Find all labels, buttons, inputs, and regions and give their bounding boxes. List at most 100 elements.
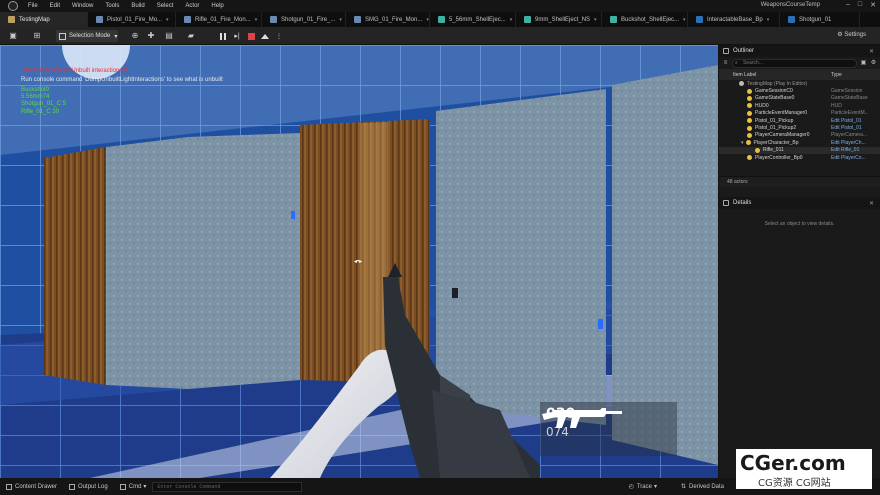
list-item[interactable]: Pistol_01_Pickup2 Edit Pistol_01 [719,124,880,131]
menu-build[interactable]: Build [131,3,144,9]
list-item[interactable]: HUD0 HUD [719,102,880,109]
outliner-title: Outliner [733,48,755,54]
save-icon[interactable]: ▣ [8,31,18,41]
list-item[interactable]: GameSessionC0 GameSession [719,87,880,94]
list-item[interactable]: TestingMap (Play In Editor) [719,80,880,87]
tab-556-shell-eject[interactable]: 5_56mm_ShellEjec... ▾ [430,12,516,27]
tab-close-icon[interactable]: ▾ [510,17,513,23]
tab-shotgun-fire-montage[interactable]: Shotgun_01_Fire_... ▾ [262,12,346,27]
maximize-icon[interactable]: □ [858,1,862,9]
place-actor-icon[interactable]: ⊞ [32,31,42,41]
menu-window[interactable]: Window [72,3,93,9]
anim-montage-icon [354,16,361,23]
selection-mode-icon [59,32,66,40]
menu-tools[interactable]: Tools [105,3,119,9]
watermark-main: CGer.com [740,451,846,475]
tab-9mm-shell-eject[interactable]: 9mm_ShellEject_NS ▾ [516,12,602,27]
crosshair-icon: ◂•▸ [354,259,363,265]
details-icon [723,200,729,206]
quick-add-icon[interactable]: ⊕ [130,31,140,41]
tab-smg-fire-montage[interactable]: SMG_01_Fire_Mon... ▾ [346,12,430,27]
debug-ammo-556: 5.56mm74 [21,94,50,100]
list-item[interactable]: GameStateBase0 GameStateBase [719,95,880,102]
content-drawer-button[interactable]: Content Drawer [6,483,57,490]
cinematics-icon[interactable]: ▤ [164,31,174,41]
watermark-sub: CG资源 CG网站 [758,478,831,489]
outliner-settings-icon[interactable]: ⚙ [870,60,877,67]
chevron-down-icon: ▾ [114,33,118,40]
tab-buckshot-shell-eject[interactable]: Buckshot_ShellEjec... ▾ [602,12,688,27]
menu-actor[interactable]: Actor [185,3,199,9]
chevron-down-icon: ▾ [143,484,147,490]
outliner-search-row: ≡ ⌕ Search... ▣ ⚙ [719,57,880,69]
eject-button[interactable] [260,31,270,41]
chevron-down-icon: ▾ [741,139,744,146]
add-folder-icon[interactable]: ▣ [860,60,867,67]
tab-label: TestingMap [19,16,50,23]
list-item[interactable]: Pistol_01_Pickup Edit Pistol_01 [719,117,880,124]
terminal-icon [119,483,126,490]
menu-select[interactable]: Select [157,3,174,9]
output-log-button[interactable]: Output Log [69,483,108,490]
debug-rifle-ammo: Rifle_01_C 30 [21,109,60,115]
blueprint-icon [788,16,795,23]
tab-close-icon[interactable]: ▾ [166,17,169,23]
col-type[interactable]: Type [831,72,842,78]
menu-bar: File Edit Window Tools Build Select Acto… [0,0,880,12]
anim-montage-icon [184,16,191,23]
col-item-label[interactable]: Item Label [719,72,831,78]
tab-close-icon[interactable]: ▾ [683,17,686,23]
list-item[interactable]: ▾ PlayerCharacter_Bp Edit PlayerCh... [719,139,880,146]
close-icon[interactable]: ✕ [870,1,876,9]
list-item[interactable]: PlayerController_Bp0 Edit PlayerCo... [719,154,880,161]
derived-data-icon: ⇅ [680,484,686,490]
more-options-icon[interactable]: ⋮ [274,31,284,41]
tab-label: Shotgun_01 [799,16,832,23]
tab-close-icon[interactable]: ▾ [594,17,597,23]
unreal-logo-icon[interactable] [8,1,18,11]
blueprint-menu-icon[interactable]: ✚ [146,31,156,41]
tab-close-icon[interactable]: ▾ [255,17,258,23]
trace-button[interactable]: ◴ Trace ▾ [629,483,657,491]
details-title: Details [733,200,752,206]
tab-close-icon[interactable]: ▾ [767,17,770,23]
list-item[interactable]: Rifle_011 Edit Rifle_01 [719,146,880,154]
build-icon[interactable]: ▰ [186,31,196,41]
outliner-icon [723,48,729,54]
outliner-rows: TestingMap (Play In Editor) GameSessionC… [719,80,880,176]
selection-mode-dropdown[interactable]: Selection Mode ▾ [56,30,118,42]
filter-icon[interactable]: ≡ [722,60,729,67]
chevron-down-icon: ▾ [653,484,657,490]
skip-frame-button[interactable]: ▸| [232,31,242,41]
details-empty-message: Select an object to view details. [764,221,835,227]
tab-rifle-fire-montage[interactable]: Rifle_01_Fire_Mon... ▾ [176,12,262,27]
stop-button[interactable] [246,31,256,41]
tab-shotgun-01[interactable]: Shotgun_01 [780,12,860,27]
list-item[interactable]: ParticleEventManager0 ParticleEventM... [719,110,880,117]
cmd-dropdown[interactable]: Cmd ▾ [119,483,147,490]
menu-edit[interactable]: Edit [50,3,60,9]
settings-button[interactable]: ⚙ Settings [837,31,866,38]
outliner-column-header: Item Label Type [719,69,880,80]
tab-label: Pistol_01_Fire_Mo... [107,16,163,23]
tab-label: Rifle_01_Fire_Mon... [195,16,251,23]
ammo-hud: 030 074 [540,402,677,456]
tab-testingmap[interactable]: TestingMap [0,12,88,27]
pause-button[interactable] [218,31,228,41]
tab-interactable-base-bp[interactable]: InteractableBase_Bp ▾ [688,12,780,27]
minimize-icon[interactable]: – [846,1,850,9]
menu-file[interactable]: File [28,3,38,9]
derived-data-button[interactable]: ⇅ Derived Data [680,483,724,491]
tab-close-icon[interactable]: ▾ [426,17,429,23]
level-viewport[interactable]: Interaction with an Unbuilt interactions… [0,45,718,478]
watermark: CGer.com CG资源 CG网站 [736,449,872,489]
document-tabs: TestingMap Pistol_01_Fire_Mo... ▾ Rifle_… [0,12,880,27]
close-icon[interactable]: ✕ [869,48,874,55]
close-icon[interactable]: ✕ [869,200,874,207]
menu-help[interactable]: Help [211,3,223,9]
outliner-search-input[interactable]: ⌕ Search... [732,58,857,68]
tab-pistol-fire-montage[interactable]: Pistol_01_Fire_Mo... ▾ [88,12,176,27]
console-command-input[interactable]: Enter Console Command [152,481,303,492]
tab-close-icon[interactable]: ▾ [339,17,342,23]
list-item[interactable]: PlayerCameraManager0 PlayerCamera... [719,132,880,139]
